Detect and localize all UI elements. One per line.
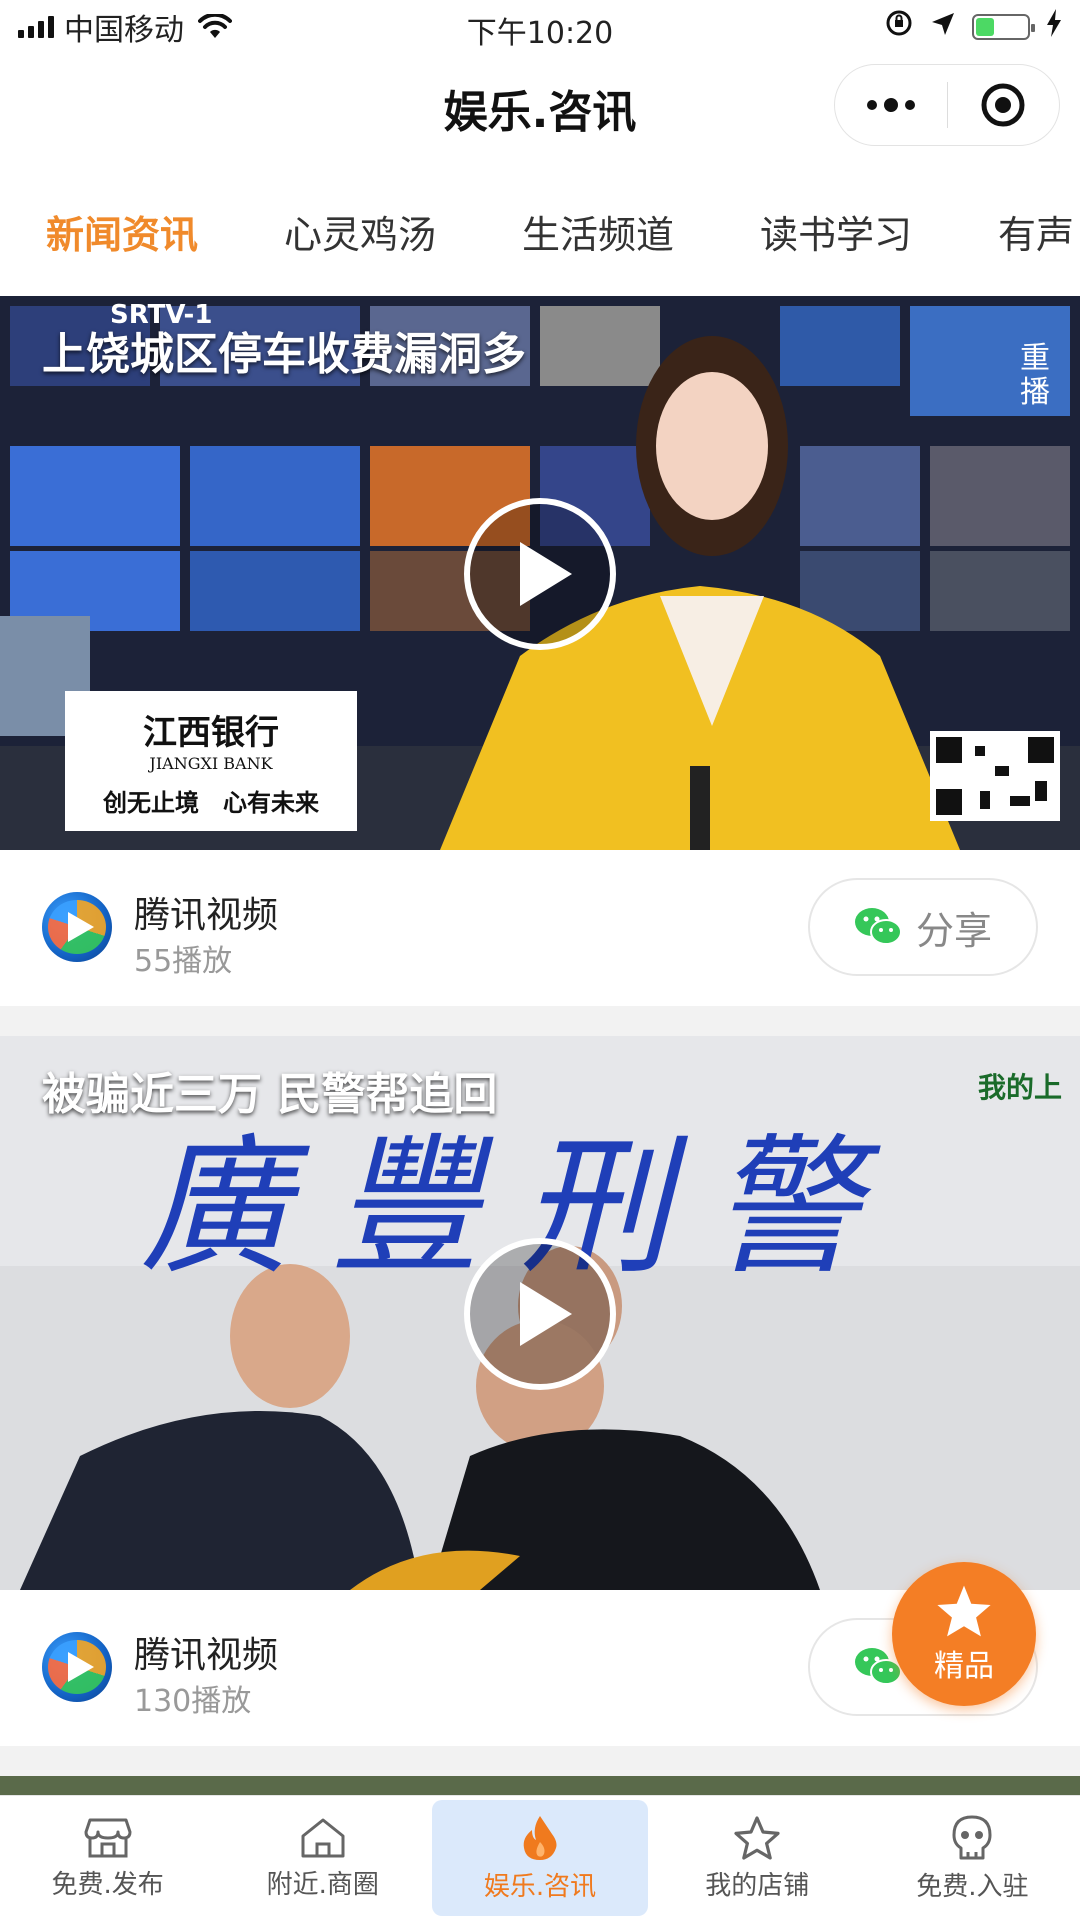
flame-icon [523, 1815, 557, 1860]
navigation-bar: 娱乐.咨讯 [0, 54, 1080, 154]
tabbar-label: 免费.入驻 [916, 1871, 1029, 1902]
source-name: 腾讯视频 [134, 895, 279, 936]
bank-name-en: JIANGXI BANK [149, 753, 273, 773]
video-title: 上饶城区停车收费漏洞多 [42, 329, 526, 380]
tab-life-channel[interactable]: 生活频道 [522, 204, 674, 259]
charging-bolt-icon [1046, 9, 1062, 45]
carrier-name: 中国移动 [64, 13, 184, 48]
signal-icon [18, 16, 54, 38]
video-card: SRTV-1 重播 江西银行 JIANGXI BANK 创无止境 心有未来 上饶… [0, 296, 1080, 1006]
share-button[interactable]: 分享 [808, 878, 1038, 976]
video-info-row: 腾讯视频 55播放 分享 [0, 850, 1080, 1006]
tab-audio[interactable]: 有声 [998, 204, 1074, 259]
mini-program-capsule [834, 64, 1060, 146]
battery-level [976, 18, 994, 36]
more-dots-icon [866, 98, 915, 112]
status-bar: 中国移动 下午10:20 [0, 0, 1080, 54]
tabbar-label: 我的店铺 [705, 1870, 810, 1901]
source-name: 腾讯视频 [134, 1635, 279, 1676]
home-icon [301, 1818, 345, 1857]
wifi-icon [198, 14, 232, 40]
channel-watermark: 我的上 [978, 1071, 1063, 1104]
featured-fab-button[interactable]: 精品 [892, 1562, 1036, 1706]
play-count: 55播放 [134, 944, 233, 979]
battery-icon [972, 14, 1035, 40]
video-player[interactable]: 廣豐刑警 我的上 被骗近三万 民警帮追回 [0, 1036, 1080, 1590]
video-title: 被骗近三万 民警帮追回 [42, 1069, 498, 1120]
more-button[interactable] [835, 65, 947, 145]
tab-news[interactable]: 新闻资讯 [46, 204, 198, 259]
fab-label: 精品 [934, 1649, 994, 1684]
bank-advert: 江西银行 JIANGXI BANK 创无止境 心有未来 [65, 691, 357, 831]
tab-soul-soup[interactable]: 心灵鸡汤 [284, 204, 436, 259]
tabbar-item-entertainment[interactable]: 娱乐.咨讯 [432, 1800, 648, 1916]
tabbar-label: 附近.商圈 [266, 1869, 379, 1900]
rebroadcast-label: 重播 [1020, 341, 1050, 410]
wechat-icon [854, 908, 902, 945]
bottom-tab-bar: 免费.发布 附近.商圈 娱乐.咨讯 我的店铺 免费.入驻 [0, 1795, 1080, 1920]
share-label: 分享 [915, 908, 992, 953]
tabbar-label: 娱乐.咨讯 [483, 1871, 597, 1902]
play-count: 130播放 [134, 1684, 252, 1719]
target-circle-icon [981, 83, 1025, 127]
tencent-video-logo [42, 1632, 112, 1702]
tabbar-item-my-store[interactable]: 我的店铺 [650, 1796, 865, 1920]
tabbar-item-publish[interactable]: 免费.发布 [0, 1796, 215, 1920]
close-button[interactable] [948, 65, 1060, 145]
star-outline-icon [734, 1815, 780, 1860]
category-tabs: 新闻资讯 心灵鸡汤 生活频道 读书学习 有声 [0, 154, 1080, 296]
location-arrow-icon [930, 10, 956, 45]
skull-icon [952, 1815, 992, 1859]
tabbar-item-nearby[interactable]: 附近.商圈 [215, 1796, 430, 1920]
bank-slogan: 创无止境 心有未来 [103, 788, 319, 817]
tabbar-item-join[interactable]: 免费.入驻 [865, 1796, 1080, 1920]
bank-name-cn: 江西银行 [143, 712, 279, 753]
play-button[interactable] [464, 498, 616, 650]
tab-reading[interactable]: 读书学习 [760, 204, 912, 259]
store-icon [84, 1818, 132, 1857]
orientation-lock-icon [884, 8, 914, 46]
video-player[interactable]: SRTV-1 重播 江西银行 JIANGXI BANK 创无止境 心有未来 上饶… [0, 296, 1080, 850]
play-button[interactable] [464, 1238, 616, 1390]
tabbar-label: 免费.发布 [51, 1869, 164, 1900]
star-icon [937, 1585, 991, 1637]
tencent-video-logo [42, 892, 112, 962]
